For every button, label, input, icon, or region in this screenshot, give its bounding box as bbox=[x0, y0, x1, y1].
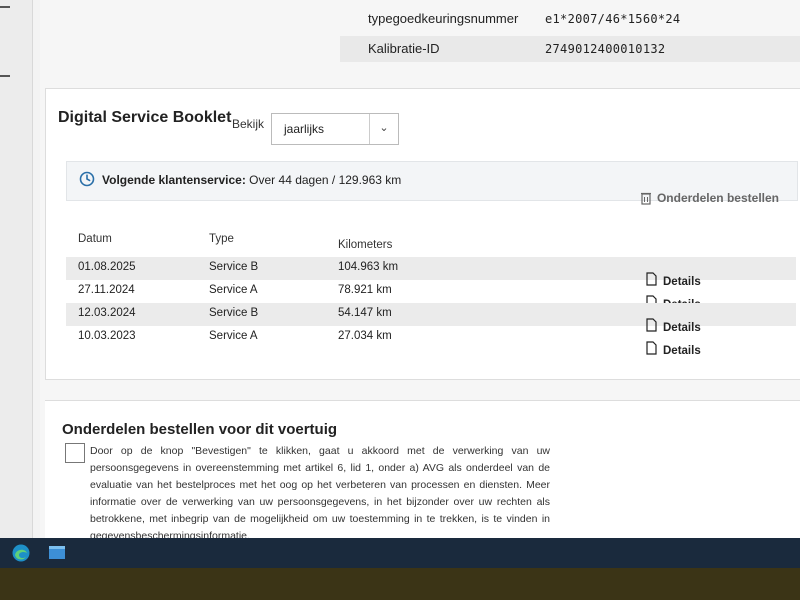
cell-km: 54.147 km bbox=[338, 307, 392, 319]
info-label: Kalibratie-ID bbox=[368, 41, 440, 56]
service-history-table: Datum Type Kilometers 01.08.2025 Service… bbox=[66, 227, 796, 357]
cell-date: 01.08.2025 bbox=[78, 261, 136, 273]
details-label: Details bbox=[663, 345, 701, 357]
notice-text: Volgende klantenservice: Over 44 dagen /… bbox=[102, 173, 401, 187]
app-icon[interactable] bbox=[48, 545, 66, 560]
cell-type: Service B bbox=[209, 307, 259, 319]
cell-km: 27.034 km bbox=[338, 330, 392, 342]
edge-icon[interactable] bbox=[10, 543, 32, 563]
sidebar-marker bbox=[0, 6, 10, 8]
notice-bold: Volgende klantenservice: bbox=[102, 173, 246, 187]
column-header-km: Kilometers bbox=[338, 239, 393, 251]
view-select-value: jaarlijks bbox=[284, 122, 325, 136]
view-select[interactable]: jaarlijks ⌄ bbox=[271, 113, 399, 145]
column-header-date: Datum bbox=[78, 233, 112, 245]
page-title: Digital Service Booklet bbox=[58, 109, 232, 126]
view-label: Bekijk bbox=[232, 117, 265, 131]
cell-km: 104.963 km bbox=[338, 261, 399, 273]
order-parts-label: Onderdelen bestellen bbox=[656, 191, 779, 205]
column-header-type: Type bbox=[209, 233, 234, 245]
main-content: typegoedkeuringsnummer e1*2007/46*1560*2… bbox=[40, 0, 800, 551]
cell-type: Service A bbox=[209, 330, 258, 342]
info-value: 2749012400010132 bbox=[545, 42, 666, 56]
screen-bezel bbox=[0, 568, 800, 600]
chevron-down-icon[interactable]: ⌄ bbox=[369, 114, 398, 144]
table-row: 27.11.2024 Service A 78.921 km Details bbox=[66, 280, 796, 311]
taskbar bbox=[0, 538, 800, 568]
info-row-type-approval: typegoedkeuringsnummer e1*2007/46*1560*2… bbox=[340, 6, 800, 32]
info-label: typegoedkeuringsnummer bbox=[368, 11, 519, 26]
info-value: e1*2007/46*1560*24 bbox=[545, 12, 681, 26]
notice-detail: Over 44 dagen / 129.963 km bbox=[245, 173, 402, 187]
cell-date: 10.03.2023 bbox=[78, 330, 136, 342]
table-header: Datum Type Kilometers bbox=[66, 227, 796, 257]
cell-date: 12.03.2024 bbox=[78, 307, 136, 319]
table-row: 01.08.2025 Service B 104.963 km Details bbox=[66, 257, 796, 288]
cell-km: 78.921 km bbox=[338, 284, 392, 296]
section-title: Onderdelen bestellen voor dit voertuig bbox=[62, 421, 338, 438]
order-parts-section: Onderdelen bestellen voor dit voertuig D… bbox=[45, 400, 800, 551]
cell-type: Service A bbox=[209, 284, 258, 296]
info-row-calibration: Kalibratie-ID 2749012400010132 bbox=[340, 36, 800, 62]
sidebar-marker bbox=[0, 75, 10, 77]
service-booklet-card: Digital Service Booklet Bekijk jaarlijks… bbox=[45, 88, 800, 380]
order-parts-link[interactable]: Onderdelen bestellen bbox=[640, 191, 779, 205]
clock-icon bbox=[79, 171, 95, 187]
consent-text: Door op de knop "Bevestigen" te klikken,… bbox=[90, 443, 550, 545]
consent-body: Door op de knop "Bevestigen" te klikken,… bbox=[90, 445, 550, 525]
table-row: 10.03.2023 Service A 27.034 km Details bbox=[66, 326, 796, 357]
left-sidebar bbox=[0, 0, 33, 545]
cell-type: Service B bbox=[209, 261, 259, 273]
table-row: 12.03.2024 Service B 54.147 km Details bbox=[66, 303, 796, 334]
consent-checkbox[interactable] bbox=[65, 443, 85, 463]
document-icon bbox=[646, 341, 657, 355]
details-link[interactable]: Details bbox=[646, 341, 701, 357]
cell-date: 27.11.2024 bbox=[78, 284, 135, 296]
cart-icon bbox=[640, 193, 651, 205]
